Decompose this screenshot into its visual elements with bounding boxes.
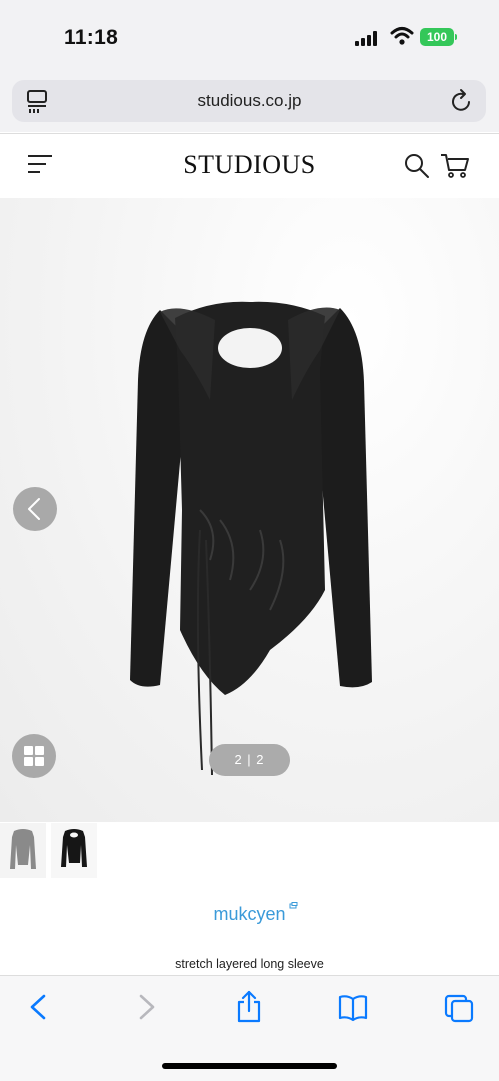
- thumbnail-1[interactable]: [0, 823, 46, 878]
- reader-mode-icon[interactable]: [26, 88, 48, 114]
- battery-icon: 100: [420, 28, 454, 46]
- back-icon[interactable]: [24, 990, 54, 1024]
- product-name: stretch layered long sleeve: [175, 957, 324, 971]
- grid-icon: [24, 746, 33, 755]
- thumbnail-garment: [10, 829, 36, 869]
- chevron-left-icon: [28, 498, 40, 520]
- cellular-signal-icon: [355, 30, 381, 46]
- thumbnail-garment: [61, 829, 87, 867]
- reload-icon[interactable]: [450, 88, 474, 114]
- home-indicator: [162, 1063, 337, 1069]
- wifi-icon: [390, 27, 414, 45]
- forward-icon[interactable]: [131, 990, 161, 1024]
- tabs-icon[interactable]: [444, 990, 474, 1024]
- cart-icon[interactable]: [440, 152, 470, 180]
- bookmarks-icon[interactable]: [338, 990, 368, 1024]
- previous-image-button[interactable]: [13, 487, 57, 531]
- status-time: 11:18: [64, 26, 119, 49]
- share-icon[interactable]: [234, 990, 264, 1024]
- grid-view-button[interactable]: [12, 734, 56, 778]
- external-link-icon: [289, 902, 298, 909]
- search-icon[interactable]: [404, 153, 430, 179]
- garment-photo: [130, 301, 372, 776]
- url-text[interactable]: studious.co.jp: [0, 80, 499, 122]
- brand-link[interactable]: mukcyen: [0, 904, 499, 925]
- image-pager: 2 | 2: [209, 744, 290, 776]
- thumbnail-2[interactable]: [51, 823, 97, 878]
